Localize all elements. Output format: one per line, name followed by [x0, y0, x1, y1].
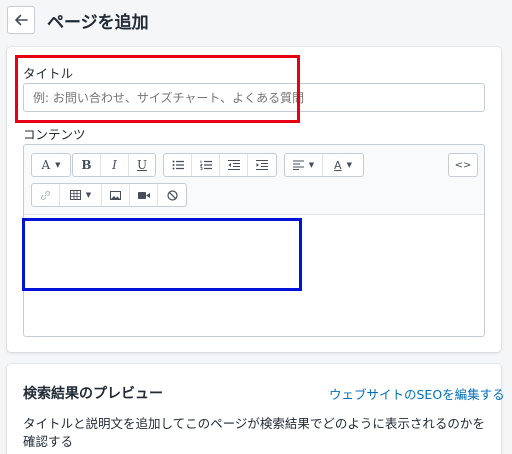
text-color-icon: A [334, 158, 342, 172]
numbered-list-icon [199, 160, 212, 170]
image-icon [110, 190, 121, 200]
html-toggle-button[interactable]: <> [449, 154, 477, 176]
caret-down-icon: ▼ [85, 191, 92, 199]
format-group: ▼ A ▼ [284, 153, 364, 177]
content-highlight-box [22, 218, 302, 291]
font-label: A [41, 158, 51, 172]
arrow-left-icon [15, 14, 28, 26]
insert-group: ▼ [31, 183, 187, 207]
video-icon [137, 191, 150, 199]
bold-button[interactable]: B [73, 154, 101, 176]
table-icon [69, 190, 81, 200]
font-dropdown[interactable]: A ▼ [31, 153, 71, 177]
video-button[interactable] [130, 184, 158, 206]
clear-format-button[interactable] [158, 184, 186, 206]
align-dropdown[interactable]: ▼ [285, 154, 323, 176]
indent-button[interactable] [248, 154, 276, 176]
editor-toolbar: A ▼ B I U ▼ A ▼ <> ▼ [24, 145, 484, 215]
bullet-list-button[interactable] [164, 154, 192, 176]
image-button[interactable] [102, 184, 130, 206]
content-label: コンテンツ [23, 127, 86, 142]
caret-down-icon: ▼ [346, 161, 352, 169]
text-style-group: B I U [72, 153, 156, 177]
page-header: ページを追加 [0, 0, 512, 40]
back-button[interactable] [7, 6, 35, 34]
font-dropdown-icon: A ▼ [32, 154, 70, 176]
table-dropdown[interactable]: ▼ [60, 184, 102, 206]
outdent-icon [227, 160, 240, 170]
align-left-icon [292, 160, 304, 170]
text-color-dropdown[interactable]: A ▼ [323, 154, 363, 176]
numbered-list-button[interactable] [192, 154, 220, 176]
page-title: ページを追加 [47, 13, 149, 33]
caret-down-icon: ▼ [55, 161, 61, 169]
seo-preview-description: タイトルと説明文を追加してこのページが検索結果でどのように表示されるのかを確認す… [23, 416, 485, 449]
html-toggle-group: <> [448, 153, 478, 177]
underline-button[interactable]: U [129, 154, 155, 176]
list-group [163, 153, 277, 177]
bullet-list-icon [172, 160, 184, 170]
indent-icon [256, 160, 268, 170]
link-button[interactable] [32, 184, 60, 206]
outdent-button[interactable] [220, 154, 248, 176]
title-highlight-box [15, 55, 300, 123]
seo-preview-heading: 検索結果のプレビュー [23, 386, 163, 402]
link-icon [40, 190, 51, 200]
edit-seo-link[interactable]: ウェブサイトのSEOを編集する [329, 384, 505, 403]
italic-button[interactable]: I [101, 154, 129, 176]
caret-down-icon: ▼ [308, 161, 315, 169]
clear-format-icon [166, 189, 178, 201]
